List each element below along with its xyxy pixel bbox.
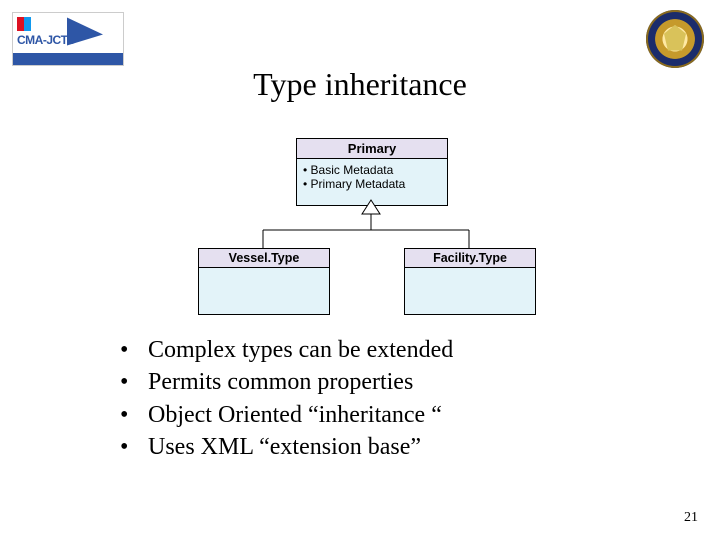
list-item: • Permits common properties — [120, 366, 453, 398]
bullet-dot-icon: • — [120, 431, 148, 463]
bullet-dot-icon: • — [120, 334, 148, 366]
bullet-text: Complex types can be extended — [148, 334, 453, 366]
logo-left-text: CMA-JCTD — [17, 33, 76, 47]
bullet-dot-icon: • — [120, 399, 148, 431]
list-item: • Uses XML “extension base” — [120, 431, 453, 463]
logo-left-stripe — [13, 53, 123, 65]
uml-prop: Primary Metadata — [303, 177, 441, 191]
uml-class-vesseltype: Vessel.Type — [198, 248, 330, 315]
uml-class-facilitytype-body — [405, 268, 535, 314]
bullet-list: • Complex types can be extended • Permit… — [120, 334, 453, 464]
bullet-text: Object Oriented “inheritance “ — [148, 399, 442, 431]
list-item: • Object Oriented “inheritance “ — [120, 399, 453, 431]
logo-left: CMA-JCTD — [12, 12, 124, 66]
uml-prop: Basic Metadata — [303, 163, 441, 177]
uml-class-vesseltype-body — [199, 268, 329, 314]
bullet-text: Uses XML “extension base” — [148, 431, 421, 463]
uml-class-facilitytype-name: Facility.Type — [405, 249, 535, 268]
bullet-text: Permits common properties — [148, 366, 413, 398]
uml-class-primary-body: Basic Metadata Primary Metadata — [297, 159, 447, 205]
slide-title: Type inheritance — [0, 66, 720, 103]
slide: CMA-JCTD Type inheritance Primary Basic … — [0, 0, 720, 540]
uml-class-vesseltype-name: Vessel.Type — [199, 249, 329, 268]
uml-class-primary-name: Primary — [297, 139, 447, 159]
flag-icon — [17, 17, 31, 31]
bullet-dot-icon: • — [120, 366, 148, 398]
page-number: 21 — [684, 510, 698, 526]
seal-icon — [646, 10, 704, 68]
list-item: • Complex types can be extended — [120, 334, 453, 366]
uml-class-facilitytype: Facility.Type — [404, 248, 536, 315]
uml-class-primary: Primary Basic Metadata Primary Metadata — [296, 138, 448, 206]
